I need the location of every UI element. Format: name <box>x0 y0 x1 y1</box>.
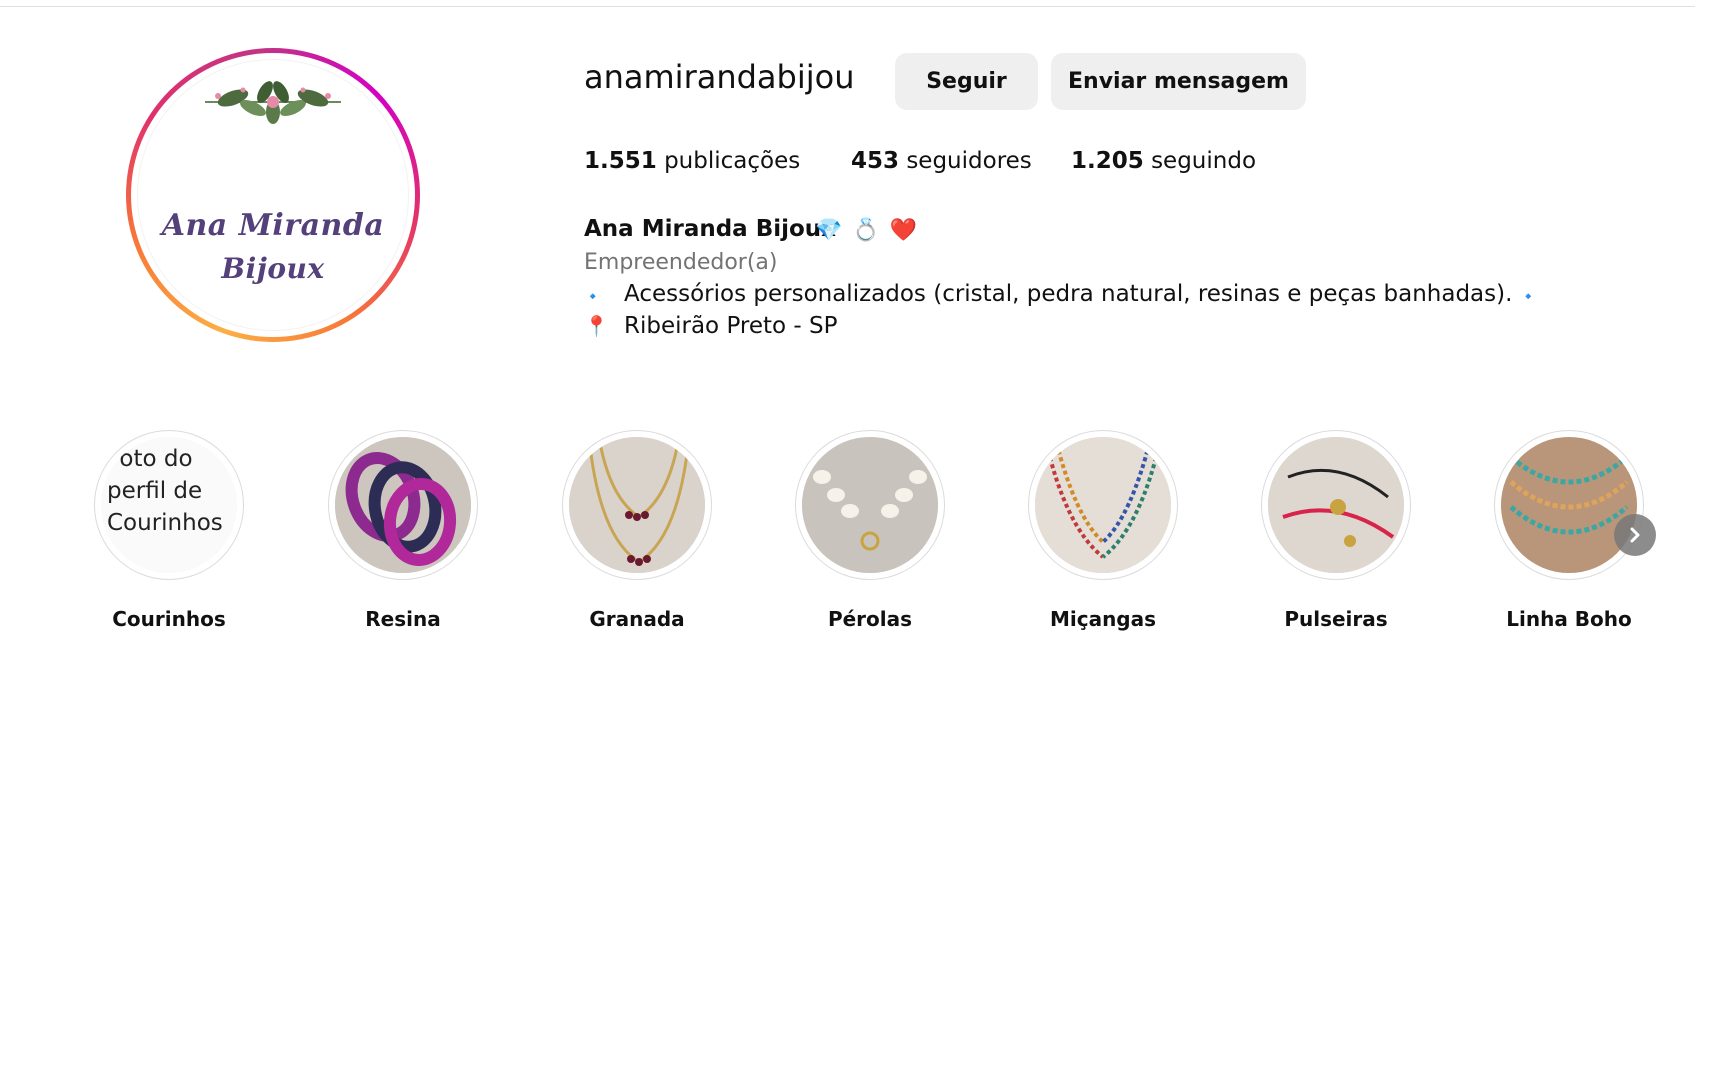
top-divider <box>0 6 1695 7</box>
highlight-cover: Foto do perfil de Courinhos <box>101 437 237 573</box>
boho-necklace-photo-icon <box>1501 437 1637 573</box>
bracelet-photo-icon <box>1268 437 1404 573</box>
highlight-cover <box>1035 437 1171 573</box>
chevron-right-icon <box>1630 527 1640 543</box>
bio-line-2: 📍 Ribeirão Preto - SP <box>584 313 838 339</box>
follow-button[interactable]: Seguir <box>895 53 1038 110</box>
highlight-cover <box>1501 437 1637 573</box>
followers-stat[interactable]: 453 seguidores <box>851 148 1032 174</box>
highlights-next-button[interactable] <box>1614 514 1656 556</box>
highlight-label: Pulseiras <box>1284 607 1388 631</box>
necklace-photo-icon <box>569 437 705 573</box>
highlight-courinhos[interactable]: Foto do perfil de Courinhos Courinhos <box>89 430 249 631</box>
diamond-bullet-icon: 🔹 <box>584 289 602 305</box>
ring-icon: 💍 <box>852 218 880 243</box>
following-stat[interactable]: 1.205 seguindo <box>1071 148 1256 174</box>
highlight-label: Linha Boho <box>1506 607 1632 631</box>
avatar-text-line2: Bijoux <box>221 252 325 285</box>
following-label: seguindo <box>1151 148 1257 174</box>
bio-line-1-text: Acessórios personalizados (cristal, pedr… <box>624 281 1513 307</box>
highlight-label: Resina <box>365 607 441 631</box>
following-count: 1.205 <box>1071 148 1144 174</box>
highlight-cover <box>569 437 705 573</box>
highlight-label: Pérolas <box>827 607 913 631</box>
pearl-necklace-photo-icon <box>802 437 938 573</box>
highlight-granada[interactable]: Granada <box>557 430 717 631</box>
posts-stat: 1.551 publicações <box>584 148 800 174</box>
posts-count: 1.551 <box>584 148 657 174</box>
avatar-text-line1: Ana Miranda <box>161 208 385 243</box>
highlight-micangas[interactable]: Miçangas <box>1023 430 1183 631</box>
highlight-cover <box>335 437 471 573</box>
followers-label: seguidores <box>906 148 1032 174</box>
heart-icon: ❤️ <box>889 218 918 243</box>
broken-image-alt-text: Foto do perfil de Courinhos <box>101 437 237 573</box>
profile-username: anamirandabijou <box>584 58 855 96</box>
name-emojis: 💎 💍 ❤️ <box>815 218 917 243</box>
send-message-button[interactable]: Enviar mensagem <box>1051 53 1306 110</box>
avatar-image: Ana Miranda Bijoux <box>137 59 409 331</box>
highlight-resina[interactable]: Resina <box>323 430 483 631</box>
bio-line-1: 🔹 Acessórios personalizados (cristal, ped… <box>584 281 1537 307</box>
profile-category: Empreendedor(a) <box>584 250 778 275</box>
followers-count: 453 <box>851 148 900 174</box>
gem-icon: 💎 <box>815 218 843 243</box>
bracelets-photo-icon <box>335 437 471 573</box>
beaded-necklace-photo-icon <box>1035 437 1171 573</box>
pin-icon: 📍 <box>584 314 609 338</box>
profile-avatar[interactable]: Ana Miranda Bijoux <box>126 48 420 342</box>
highlight-label: Miçangas <box>1049 607 1157 631</box>
highlight-cover <box>1268 437 1404 573</box>
highlight-pulseiras[interactable]: Pulseiras <box>1256 430 1416 631</box>
highlight-label: Granada <box>589 607 685 631</box>
bio-line-2-text: Ribeirão Preto - SP <box>624 313 838 339</box>
profile-full-name: Ana Miranda Bijoux <box>584 216 837 242</box>
floral-logo-icon <box>205 81 341 124</box>
highlight-label: Courinhos <box>112 607 226 631</box>
diamond-bullet-icon: 🔹 <box>1519 289 1538 305</box>
highlight-cover <box>802 437 938 573</box>
posts-label: publicações <box>664 148 801 174</box>
highlight-perolas[interactable]: Pérolas <box>790 430 950 631</box>
